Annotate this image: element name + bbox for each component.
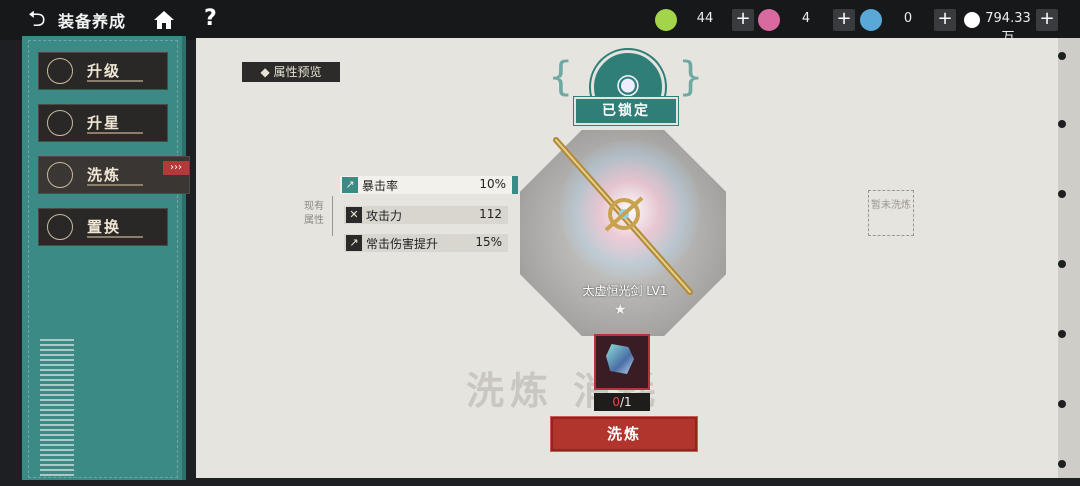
- sword-icon: ↗: [346, 235, 362, 251]
- attribute-row-crit-rate[interactable]: ↗ 暴击率 10%: [340, 176, 518, 194]
- divider: [87, 236, 143, 238]
- material-have: 0: [612, 395, 620, 409]
- sidebar-item-label: 置换: [87, 218, 122, 236]
- add-button[interactable]: +: [1036, 9, 1058, 31]
- punch-hole: [1058, 460, 1066, 468]
- help-icon: ◆: [260, 65, 274, 79]
- left-brace-icon: {: [548, 54, 574, 100]
- add-button[interactable]: +: [732, 9, 754, 31]
- resource-value: 0: [903, 11, 913, 26]
- punch-hole: [1058, 52, 1066, 60]
- punch-hole: [1058, 190, 1066, 198]
- sidebar-item-swap[interactable]: 置换: [38, 208, 168, 246]
- divider: [87, 184, 143, 186]
- sidebar-item-label: 升星: [87, 114, 122, 132]
- crit-icon: ↗: [342, 177, 358, 193]
- resource-value: 44: [696, 11, 714, 26]
- current-attributes-label: 现有属性: [304, 201, 324, 226]
- sidebar: 升级 升星 洗炼 ››› 置换: [22, 36, 190, 480]
- swords-icon: ✕: [346, 207, 362, 223]
- barcode-decoration: [40, 336, 74, 476]
- coin-icon: [964, 12, 980, 28]
- sidebar-item-star[interactable]: 升星: [38, 104, 168, 142]
- back-arrow-icon[interactable]: ⮌: [28, 8, 58, 32]
- divider: [87, 80, 143, 82]
- attribute-value: 10%: [479, 177, 506, 191]
- swap-icon: [47, 214, 73, 240]
- home-icon[interactable]: [153, 10, 175, 30]
- help-button[interactable]: ?: [204, 6, 217, 31]
- punch-hole: [1058, 260, 1066, 268]
- divider: [332, 196, 333, 236]
- paper-edge: [1058, 38, 1080, 478]
- resource-value: 4: [801, 11, 811, 26]
- refine-button[interactable]: 洗炼: [550, 416, 698, 452]
- divider: [87, 132, 143, 134]
- attribute-row-damage-boost[interactable]: ↗ 常击伤害提升 15%: [344, 234, 508, 252]
- attribute-value: 112: [479, 207, 502, 221]
- green-gem-icon: [655, 9, 677, 31]
- attribute-name: 常击伤害提升: [366, 237, 439, 251]
- punch-hole: [1058, 120, 1066, 128]
- sidebar-item-refine[interactable]: 洗炼 ›››: [38, 156, 190, 194]
- star-rating-icon: ★: [614, 302, 627, 318]
- attribute-value: 15%: [475, 235, 502, 249]
- locked-badge: 已锁定: [574, 97, 678, 125]
- pending-refine-box: 暂未洗炼: [868, 190, 914, 236]
- attribute-preview-button[interactable]: ◆ 属性预览: [242, 62, 340, 82]
- refine-icon: [47, 162, 73, 188]
- sidebar-item-label: 升级: [87, 62, 122, 80]
- add-button[interactable]: +: [934, 9, 956, 31]
- attribute-name: 暴击率: [362, 179, 399, 193]
- page-title: 装备养成: [58, 12, 127, 31]
- weapon-glow: [560, 140, 700, 280]
- top-bar: ⮌ 装备养成 ? 44 + 4 + 0 + 794.33万 +: [0, 0, 1080, 45]
- add-button[interactable]: +: [833, 9, 855, 31]
- attribute-name: 攻击力: [366, 209, 403, 223]
- sidebar-item-upgrade[interactable]: 升级: [38, 52, 168, 90]
- swords-icon: [47, 58, 73, 84]
- material-need: /1: [619, 395, 632, 409]
- star-icon: [47, 110, 73, 136]
- preview-label: 属性预览: [273, 65, 322, 79]
- punch-hole: [1058, 330, 1066, 338]
- sidebar-item-label: 洗炼: [87, 166, 122, 184]
- punch-hole: [1058, 400, 1066, 408]
- emblem-icon: ◉: [615, 67, 641, 100]
- attribute-row-attack[interactable]: ✕ 攻击力 112: [344, 206, 508, 224]
- active-arrows-icon: ›››: [163, 161, 189, 175]
- weapon-name: 太虚恒光剑 LV1: [582, 284, 668, 298]
- right-brace-icon: }: [678, 54, 704, 100]
- material-count: 0/1: [594, 393, 650, 411]
